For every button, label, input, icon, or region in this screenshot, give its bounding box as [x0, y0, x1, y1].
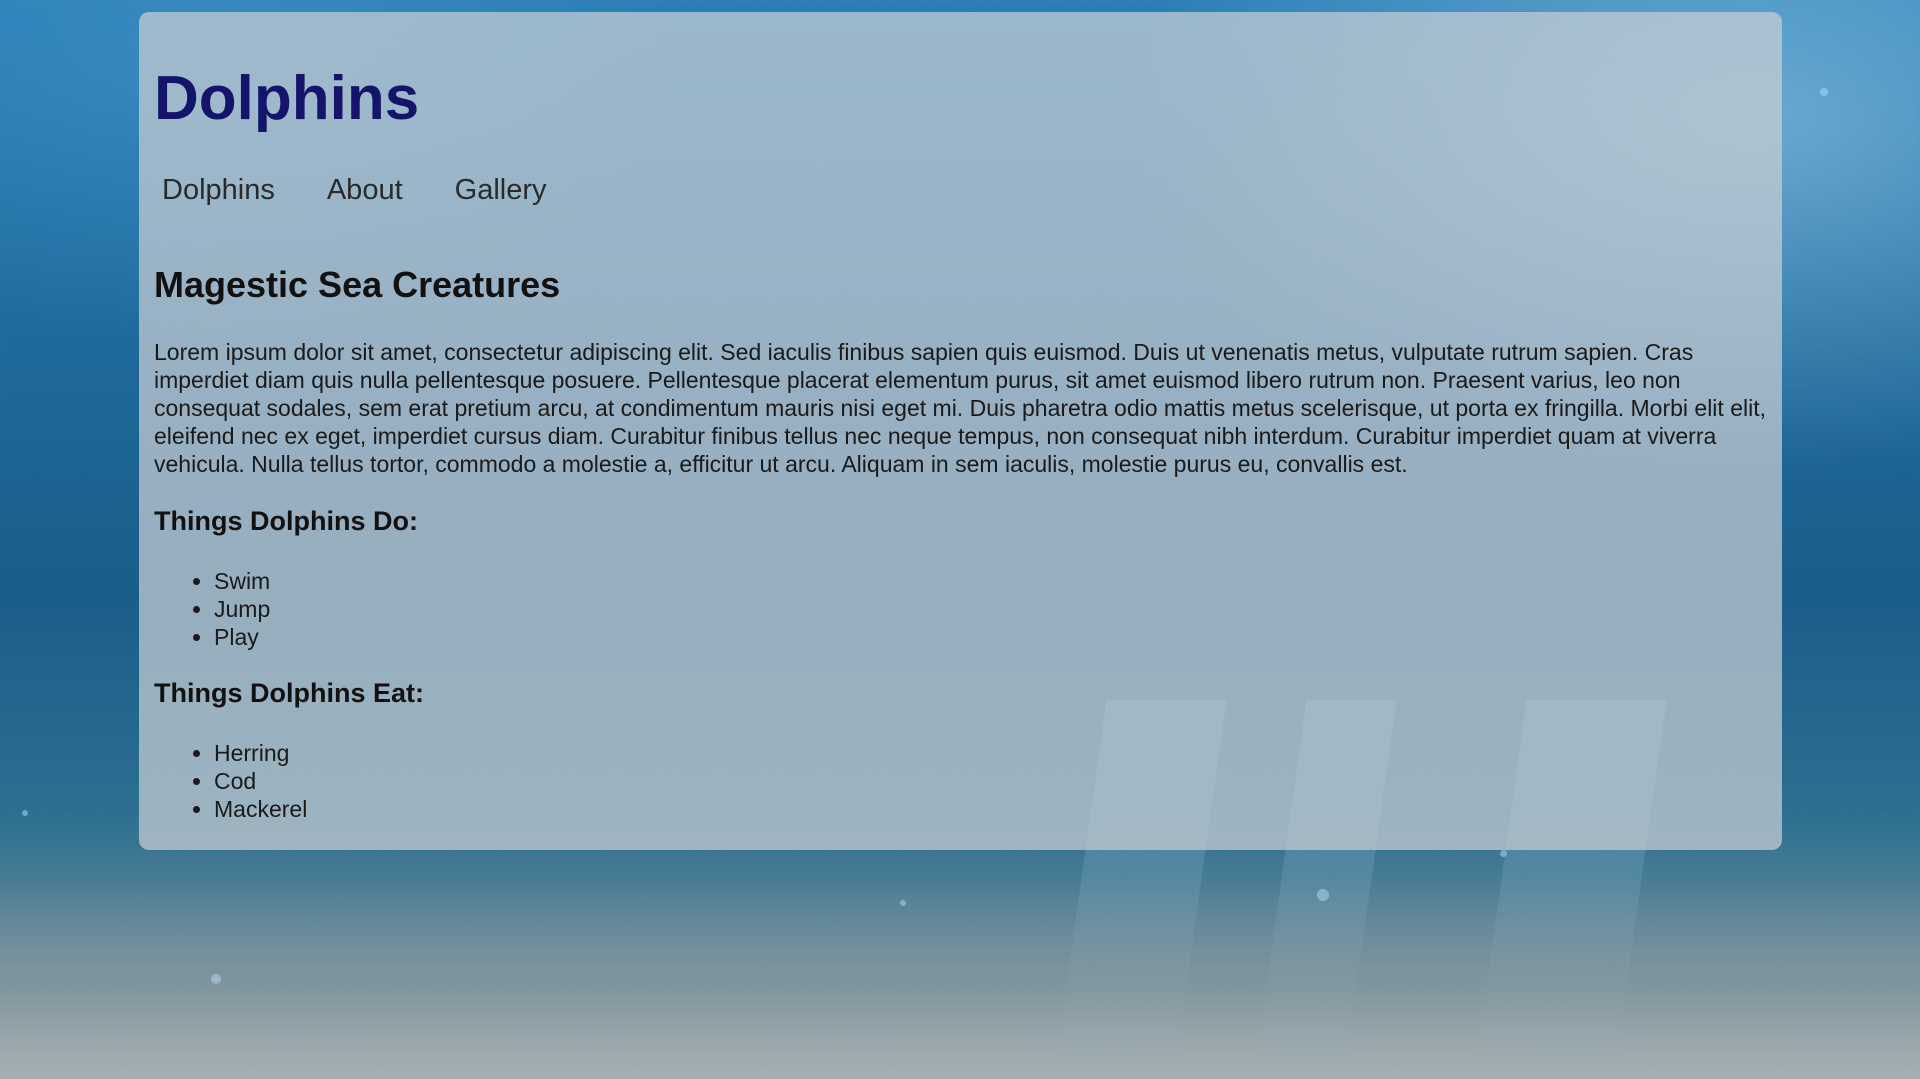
list-item: Herring	[214, 739, 307, 767]
list-item: Jump	[214, 595, 270, 623]
list-item: Cod	[214, 767, 307, 795]
bubble	[22, 810, 28, 816]
site-title: Dolphins	[154, 64, 420, 133]
nav-item-dolphins[interactable]: Dolphins	[162, 176, 275, 205]
list-item: Play	[214, 623, 270, 651]
content-panel: Dolphins Dolphins About Gallery Magestic…	[139, 12, 1782, 850]
bubble	[211, 974, 221, 984]
list-item: Swim	[214, 567, 270, 595]
nav-item-about[interactable]: About	[327, 176, 403, 205]
intro-paragraph: Lorem ipsum dolor sit amet, consectetur …	[154, 339, 1766, 477]
main-nav: Dolphins About Gallery	[162, 176, 547, 205]
things-do-heading: Things Dolphins Do:	[154, 506, 418, 536]
bubble	[900, 900, 906, 906]
things-do-list: Swim Jump Play	[154, 567, 270, 651]
things-eat-list: Herring Cod Mackerel	[154, 739, 307, 823]
nav-item-gallery[interactable]: Gallery	[455, 176, 547, 205]
bubble	[1317, 889, 1329, 901]
list-item: Mackerel	[214, 795, 307, 823]
sea-floor-background	[0, 879, 1920, 1079]
bubble	[1820, 88, 1828, 96]
things-eat-heading: Things Dolphins Eat:	[154, 678, 424, 708]
bubble	[1500, 850, 1507, 857]
section-heading: Magestic Sea Creatures	[154, 264, 561, 305]
